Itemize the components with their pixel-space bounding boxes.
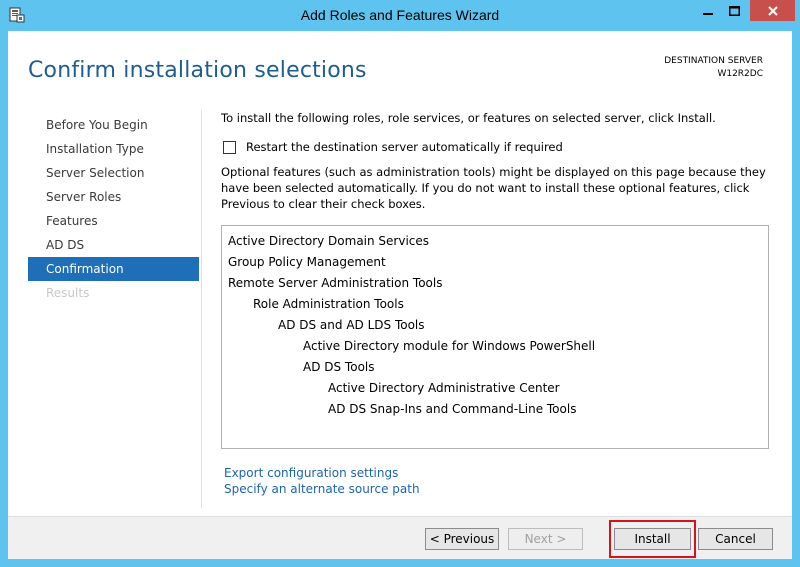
window-frame-right <box>792 31 800 567</box>
previous-button[interactable]: < Previous <box>425 528 499 550</box>
next-button: Next > <box>508 528 583 550</box>
wizard-window: Add Roles and Features Wizard Confirm in… <box>0 0 800 567</box>
cancel-button[interactable]: Cancel <box>698 528 773 550</box>
list-item: Remote Server Administration Tools <box>228 276 443 290</box>
restart-option[interactable]: Restart the destination server automatic… <box>223 140 563 154</box>
window-frame-left <box>0 31 8 567</box>
nav-item-server-roles[interactable]: Server Roles <box>28 185 199 209</box>
features-list[interactable]: Active Directory Domain Services Group P… <box>221 225 769 449</box>
window-title: Add Roles and Features Wizard <box>300 7 500 23</box>
maximize-icon <box>729 5 740 16</box>
nav-item-results: Results <box>46 286 90 300</box>
minimize-button[interactable] <box>694 0 721 21</box>
restart-label[interactable]: Restart the destination server automatic… <box>246 140 563 154</box>
optional-features-note: Optional features (such as administratio… <box>221 165 766 211</box>
nav-item-confirmation[interactable]: Confirmation <box>28 257 199 281</box>
window-frame-bottom <box>0 559 800 567</box>
export-configuration-link[interactable]: Export configuration settings <box>224 465 420 481</box>
close-icon <box>767 5 778 16</box>
minimize-icon <box>702 12 713 15</box>
page-title: Confirm installation selections <box>28 58 367 83</box>
list-item: AD DS and AD LDS Tools <box>278 318 425 332</box>
nav-item-features[interactable]: Features <box>28 209 199 233</box>
list-item: Role Administration Tools <box>253 297 404 311</box>
list-item: Group Policy Management <box>228 255 386 269</box>
intro-text: To install the following roles, role ser… <box>221 111 716 125</box>
main-content: To install the following roles, role ser… <box>221 111 781 496</box>
nav-item-before-you-begin[interactable]: Before You Begin <box>28 113 199 137</box>
maximize-button[interactable] <box>721 0 748 21</box>
list-item: Active Directory Domain Services <box>228 234 430 248</box>
wizard-nav: Before You Begin Installation Type Serve… <box>28 113 199 305</box>
nav-item-server-selection[interactable]: Server Selection <box>28 161 199 185</box>
config-links: Export configuration settings Specify an… <box>224 465 420 497</box>
wizard-client-area: Confirm installation selections DESTINAT… <box>8 31 792 559</box>
nav-item-ad-ds[interactable]: AD DS <box>28 233 199 257</box>
list-item: AD DS Tools <box>303 360 375 374</box>
button-bar: < Previous Next > Install Cancel <box>8 517 792 559</box>
restart-checkbox[interactable] <box>223 140 236 154</box>
list-item: Active Directory Administrative Center <box>328 381 560 395</box>
destination-server-label: DESTINATION SERVER <box>664 56 763 66</box>
destination-server-name: W12R2DC <box>717 69 763 79</box>
list-item: Active Directory module for Windows Powe… <box>303 339 596 353</box>
close-button[interactable] <box>750 0 795 21</box>
nav-divider <box>201 110 202 508</box>
nav-item-installation-type[interactable]: Installation Type <box>28 137 199 161</box>
alternate-source-link[interactable]: Specify an alternate source path <box>224 481 420 497</box>
list-item: AD DS Snap-Ins and Command-Line Tools <box>328 402 577 416</box>
title-bar[interactable]: Add Roles and Features Wizard <box>0 0 800 31</box>
install-button[interactable]: Install <box>614 528 691 550</box>
